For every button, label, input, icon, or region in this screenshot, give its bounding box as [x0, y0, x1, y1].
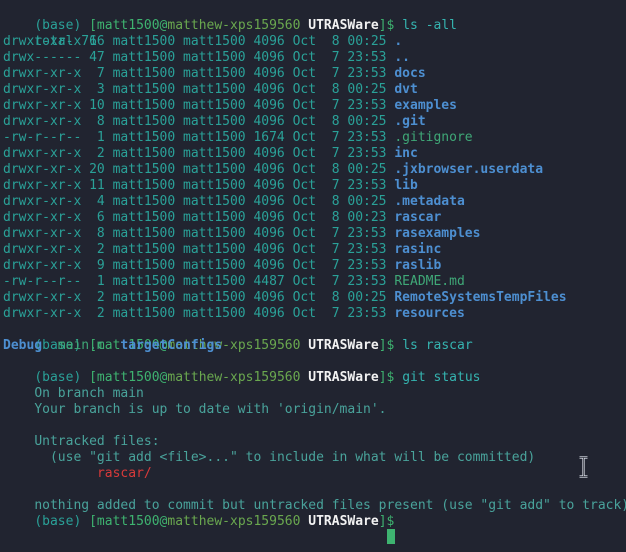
- ls-entry-metadata: drwxr-xr-x 8 matt1500 matt1500 4096 Oct …: [3, 114, 395, 129]
- prompt-conda-env: (base): [34, 370, 90, 385]
- ls-entry-metadata: drwxr-xr-x 9 matt1500 matt1500 4096 Oct …: [3, 258, 395, 273]
- terminal-window[interactable]: (base) [matt1500@matthew-xps159560 UTRAS…: [0, 0, 626, 552]
- ls-entry-row: drwxr-xr-x 7 matt1500 matt1500 4096 Oct …: [3, 66, 626, 82]
- prompt-user: [matt1500@: [89, 514, 168, 529]
- ls-entry-row: drwxr-xr-x 6 matt1500 matt1500 4096 Oct …: [3, 210, 626, 226]
- ls-entry-row: drwxr-xr-x 20 matt1500 matt1500 4096 Oct…: [3, 162, 626, 178]
- ls-entry-row: drwxr-xr-x 3 matt1500 matt1500 4096 Oct …: [3, 82, 626, 98]
- ls-entry-row: drwxr-xr-x 4 matt1500 matt1500 4096 Oct …: [3, 194, 626, 210]
- ls-entry-row: drwxr-xr-x 2 matt1500 matt1500 4096 Oct …: [3, 146, 626, 162]
- ls-entry-row: -rw-r--r-- 1 matt1500 matt1500 4487 Oct …: [3, 274, 626, 290]
- ls-entry-row: drwxr-xr-x 9 matt1500 matt1500 4096 Oct …: [3, 258, 626, 274]
- command-ls-rascar: ls rascar: [402, 338, 473, 353]
- ls-entry-metadata: drwxr-xr-x 2 matt1500 matt1500 4096 Oct …: [3, 290, 395, 305]
- prompt-user: [matt1500@: [89, 370, 168, 385]
- ls-entry-name: .metadata: [394, 194, 465, 209]
- prompt-cwd: UTRASWare: [308, 514, 379, 529]
- prompt-sigil: ]$: [378, 370, 403, 385]
- ls-entry-name: .gitignore: [394, 130, 473, 145]
- ls-entry-metadata: drwxr-xr-x 2 matt1500 matt1500 4096 Oct …: [3, 146, 395, 161]
- git-uptodate-text: Your branch is up to date with 'origin/m…: [34, 402, 387, 417]
- git-untracked-header-text: Untracked files:: [34, 434, 160, 449]
- ls-entry-row: drwxr-xr-x 8 matt1500 matt1500 4096 Oct …: [3, 114, 626, 130]
- ls-entry-name: examples: [394, 98, 457, 113]
- ls-entry-name: lib: [394, 178, 418, 193]
- ls-rascar-item: main.c: [57, 338, 105, 353]
- prompt-conda-env: (base): [34, 514, 90, 529]
- ls-entry-row: drwx------ 47 matt1500 matt1500 4096 Oct…: [3, 50, 626, 66]
- git-untracked-hint-text: (use "git add <file>..." to include in w…: [34, 450, 536, 465]
- ls-entry-name: .jxbrowser.userdata: [394, 162, 544, 177]
- ls-entry-name: raslib: [394, 258, 442, 273]
- prompt-line-git-status: (base) [matt1500@matthew-xps159560 UTRAS…: [3, 354, 626, 385]
- ls-entry-row: drwxr-xr-x 2 matt1500 matt1500 4096 Oct …: [3, 290, 626, 306]
- prompt-cwd: UTRASWare: [308, 370, 379, 385]
- ls-entry-metadata: -rw-r--r-- 1 matt1500 matt1500 1674 Oct …: [3, 130, 395, 145]
- ls-entry-name: dvt: [394, 82, 418, 97]
- ls-entry-row: drwxr-xr-x 11 matt1500 matt1500 4096 Oct…: [3, 178, 626, 194]
- ls-entry-name: .git: [394, 114, 426, 129]
- ls-entry-name: README.md: [394, 274, 465, 289]
- ls-entry-name: rascar: [394, 210, 442, 225]
- ls-entry-metadata: drwxr-xr-x 3 matt1500 matt1500 4096 Oct …: [3, 82, 395, 97]
- git-branch-text: On branch main: [34, 386, 144, 401]
- git-untracked-header-line: Untracked files:: [3, 418, 626, 449]
- ls-entry-name: RemoteSystemsTempFiles: [394, 290, 567, 305]
- ls-entry-name: resources: [394, 306, 465, 321]
- ls-entry-metadata: drwxr-xr-x 20 matt1500 matt1500 4096 Oct…: [3, 162, 395, 177]
- git-summary-line: nothing added to commit but untracked fi…: [3, 482, 626, 513]
- ls-entry-metadata: drwxr-xr-x 10 matt1500 matt1500 4096 Oct…: [3, 98, 395, 113]
- ls-entry-row: drwxr-xr-x 2 matt1500 matt1500 4096 Oct …: [3, 242, 626, 258]
- prompt-conda-env: (base): [34, 18, 90, 33]
- git-untracked-indent: [34, 466, 97, 481]
- ls-entry-row: drwxr-xr-x 8 matt1500 matt1500 4096 Oct …: [3, 226, 626, 242]
- prompt-cwd: UTRASWare: [308, 338, 379, 353]
- ls-entry-metadata: drwxr-xr-x 4 matt1500 matt1500 4096 Oct …: [3, 194, 395, 209]
- ls-entry-name: inc: [394, 146, 418, 161]
- ls-rascar-gap: [42, 338, 58, 353]
- command-git-status: git status: [402, 370, 481, 385]
- ls-entry-metadata: drwxr-xr-x 7 matt1500 matt1500 4096 Oct …: [3, 66, 395, 81]
- git-summary-text: nothing added to commit but untracked fi…: [34, 498, 626, 513]
- ls-entry-metadata: drwxr-xr-x 6 matt1500 matt1500 4096 Oct …: [3, 210, 395, 225]
- prompt-user: [matt1500@: [89, 18, 168, 33]
- command-ls-all: ls -all: [402, 18, 458, 33]
- ls-entry-metadata: drwxr-xr-x 2 matt1500 matt1500 4096 Oct …: [3, 242, 395, 257]
- prompt-cwd: UTRASWare: [308, 18, 379, 33]
- ls-rascar-item: Debug: [3, 338, 43, 353]
- prompt-host: matthew-xps159560: [167, 370, 301, 385]
- prompt-sigil: ]$: [378, 338, 403, 353]
- ls-entry-name: ..: [394, 50, 410, 65]
- ls-entry-metadata: drwxr-xr-x 11 matt1500 matt1500 4096 Oct…: [3, 178, 395, 193]
- prompt-sigil: ]$: [378, 18, 403, 33]
- prompt-line-ls-rascar: (base) [matt1500@matthew-xps159560 UTRAS…: [3, 322, 626, 353]
- ls-listing: drwxr-xr-x 16 matt1500 matt1500 4096 Oct…: [3, 34, 626, 322]
- ls-entry-name: .: [394, 34, 403, 49]
- prompt-host: matthew-xps159560: [167, 514, 301, 529]
- ls-entry-row: -rw-r--r-- 1 matt1500 matt1500 1674 Oct …: [3, 130, 626, 146]
- ls-rascar-gap: [105, 338, 121, 353]
- ls-entry-name: docs: [394, 66, 426, 81]
- ls-entry-row: drwxr-xr-x 10 matt1500 matt1500 4096 Oct…: [3, 98, 626, 114]
- ls-entry-name: rasexamples: [394, 226, 481, 241]
- prompt-host: matthew-xps159560: [167, 18, 301, 33]
- ls-rascar-item: targetConfigs: [120, 338, 223, 353]
- ls-entry-metadata: drwxr-xr-x 2 matt1500 matt1500 4096 Oct …: [3, 306, 395, 321]
- prompt-line-ls-all: (base) [matt1500@matthew-xps159560 UTRAS…: [3, 2, 626, 33]
- prompt-sigil: ]$: [378, 514, 403, 529]
- ls-entry-metadata: drwxr-xr-x 8 matt1500 matt1500 4096 Oct …: [3, 226, 395, 241]
- ls-entry-metadata: drwx------ 47 matt1500 matt1500 4096 Oct…: [3, 50, 395, 65]
- ls-entry-metadata: drwxr-xr-x 16 matt1500 matt1500 4096 Oct…: [3, 34, 395, 49]
- ls-entry-metadata: -rw-r--r-- 1 matt1500 matt1500 4487 Oct …: [3, 274, 395, 289]
- ls-entry-row: drwxr-xr-x 16 matt1500 matt1500 4096 Oct…: [3, 34, 626, 50]
- ls-entry-row: drwxr-xr-x 2 matt1500 matt1500 4096 Oct …: [3, 306, 626, 322]
- ls-entry-name: rasinc: [394, 242, 442, 257]
- git-untracked-file-name: rascar/: [96, 466, 152, 481]
- text-cursor-block: [387, 529, 395, 544]
